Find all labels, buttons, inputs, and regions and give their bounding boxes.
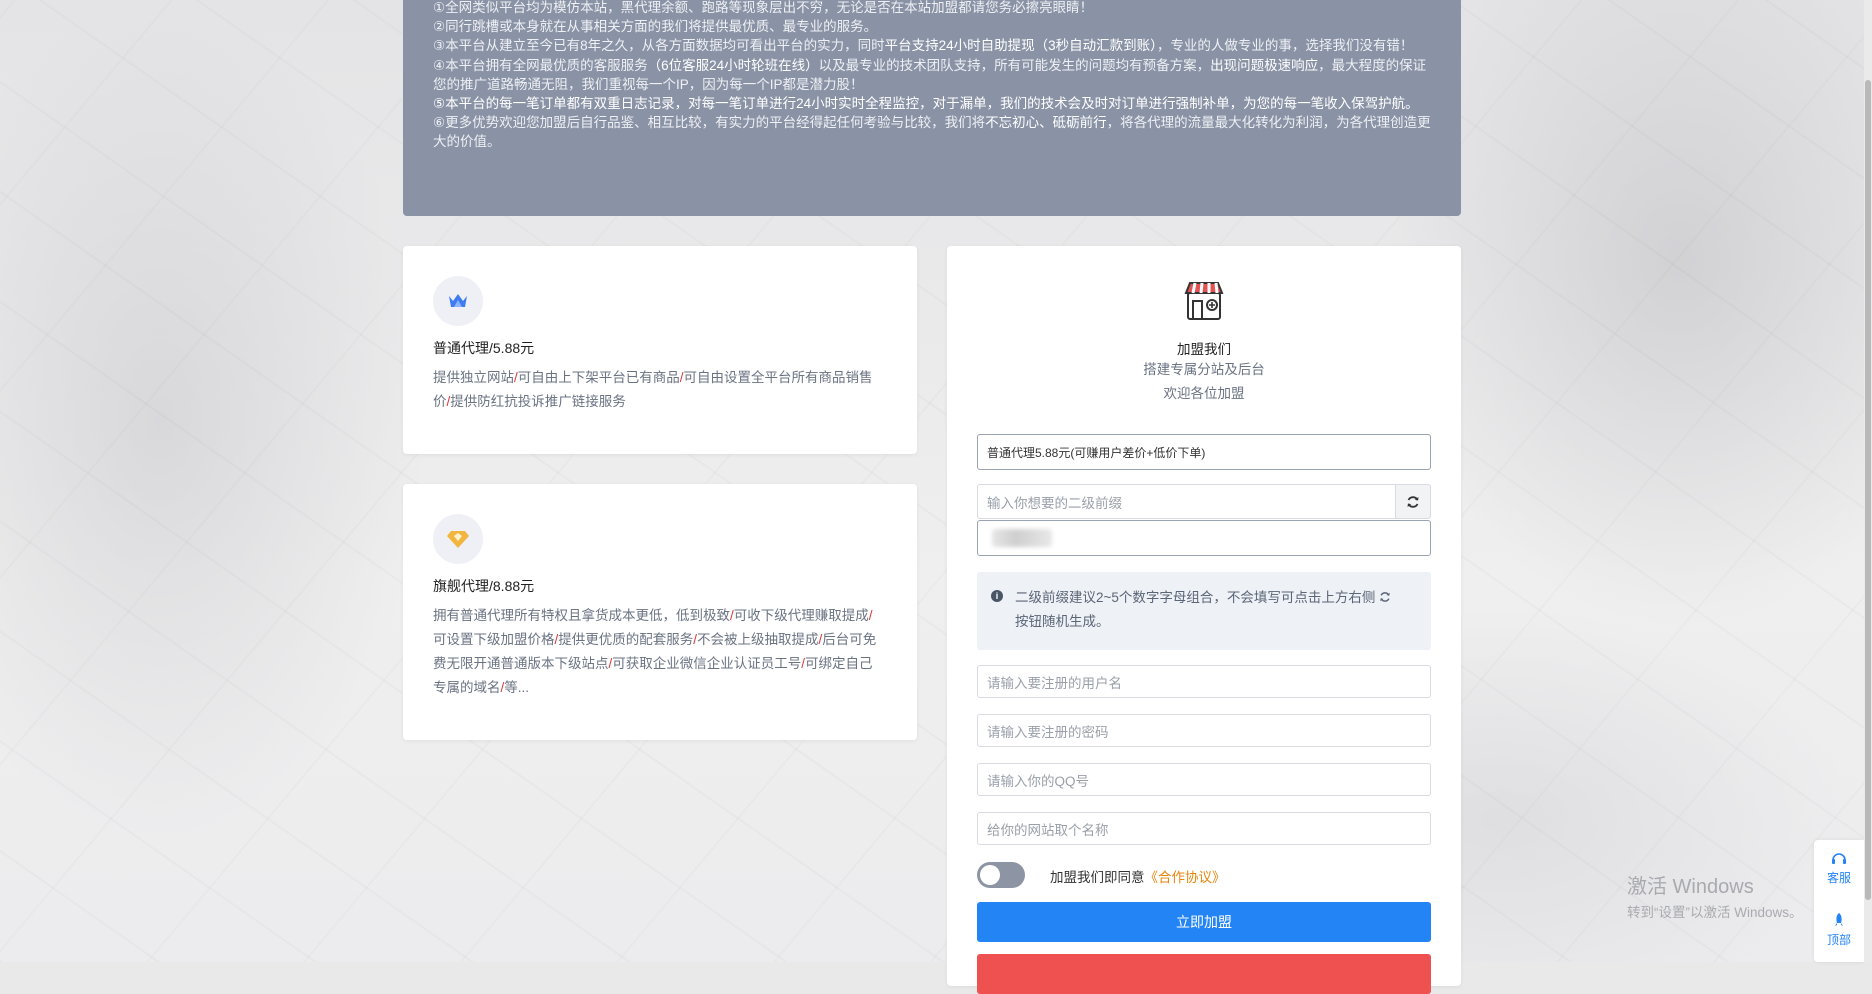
notice-line-5: ⑤本平台的每一笔订单都有双重日志记录，对每一笔订单进行24小时实时全程监控，对于… <box>433 96 1419 112</box>
plan-title: 旗舰代理/8.88元 <box>433 578 535 594</box>
plan-select[interactable]: 普通代理5.88元(可赚用户差价+低价下单) <box>977 434 1431 470</box>
plan-card-standard: 普通代理/5.88元 提供独立网站/可自由上下架平台已有商品/可自由设置全平台所… <box>403 246 917 454</box>
join-subtitle-2: 欢迎各位加盟 <box>1163 386 1245 401</box>
notice-line-2: ②同行跳槽或本身就在从事相关方面的我们将提供最优质、最专业的服务。 <box>433 19 878 35</box>
sitename-input[interactable]: 给你的网站取个名称 <box>977 812 1431 845</box>
rocket-icon <box>1835 913 1843 926</box>
notice-line-6: ⑥更多优势欢迎您加盟后自行品鉴、相互比较，有实力的平台经得起任何考验与比较，我们… <box>433 115 1431 150</box>
join-now-button[interactable]: 立即加盟 <box>977 902 1431 942</box>
secondary-button[interactable] <box>977 954 1431 994</box>
agree-text: 加盟我们即同意《合作协议》 <box>1050 870 1226 885</box>
plan-description: 拥有普通代理所有特权且拿货成本更低，低到极致/可收下级代理赚取提成/可设置下级加… <box>433 608 877 695</box>
diamond-icon <box>433 514 483 564</box>
prefix-tip: i 二级前缀建议2~5个数字字母组合，不会填写可点击上方右侧 按钮随机生成。 <box>977 572 1431 650</box>
headset-icon <box>1832 853 1846 864</box>
side-toolbar: 客服 顶部 <box>1814 840 1864 962</box>
agreement-link[interactable]: 《合作协议》 <box>1145 870 1226 885</box>
notice-line-4: ④本平台拥有全网最优质的客服服务（6位客服24小时轮班在线）以及最专业的技术团队… <box>433 57 1427 92</box>
domain-value-obscured <box>992 529 1052 547</box>
plan-description: 提供独立网站/可自由上下架平台已有商品/可自由设置全平台所有商品销售价/提供防红… <box>433 370 873 409</box>
join-title: 加盟我们 <box>1177 342 1231 357</box>
toggle-knob <box>980 865 1000 885</box>
refresh-button[interactable] <box>1395 484 1431 519</box>
domain-select[interactable] <box>977 520 1431 556</box>
notice-line-3: ③本平台从建立至今已有8年之久，从各方面数据均可看出平台的实力，同时平台支持24… <box>433 38 1414 54</box>
prefix-group: 输入你想要的二级前缀 <box>977 484 1431 519</box>
store-icon <box>1182 279 1226 323</box>
back-to-top-button[interactable]: 顶部 <box>1814 912 1864 948</box>
crown-icon <box>433 276 483 326</box>
username-input[interactable]: 请输入要注册的用户名 <box>977 665 1431 698</box>
plan-card-flagship: 旗舰代理/8.88元 拥有普通代理所有特权且拿货成本更低，低到极致/可收下级代理… <box>403 484 917 740</box>
info-icon: i <box>991 590 1003 602</box>
notice-line-1: ①全网类似平台均为模仿本站，黑代理余额、跑路等现象层出不穷，无论是否在本站加盟都… <box>433 0 1094 15</box>
prefix-input[interactable]: 输入你想要的二级前缀 <box>977 484 1395 519</box>
refresh-icon <box>1407 495 1419 508</box>
service-button[interactable]: 客服 <box>1814 852 1864 886</box>
scrollbar-thumb[interactable] <box>1865 80 1871 900</box>
join-form-card: 加盟我们 搭建专属分站及后台 欢迎各位加盟 普通代理5.88元(可赚用户差价+低… <box>947 246 1461 994</box>
notice-panel: ①全网类似平台均为模仿本站，黑代理余额、跑路等现象层出不穷，无论是否在本站加盟都… <box>403 0 1461 216</box>
windows-watermark: 激活 Windows 转到“设置”以激活 Windows。 <box>1627 876 1803 920</box>
refresh-icon <box>1380 592 1390 602</box>
qq-input[interactable]: 请输入你的QQ号 <box>977 763 1431 796</box>
plan-title: 普通代理/5.88元 <box>433 340 535 356</box>
password-input[interactable]: 请输入要注册的密码 <box>977 714 1431 747</box>
join-subtitle: 搭建专属分站及后台 <box>1143 362 1265 377</box>
agree-toggle[interactable] <box>977 862 1025 888</box>
